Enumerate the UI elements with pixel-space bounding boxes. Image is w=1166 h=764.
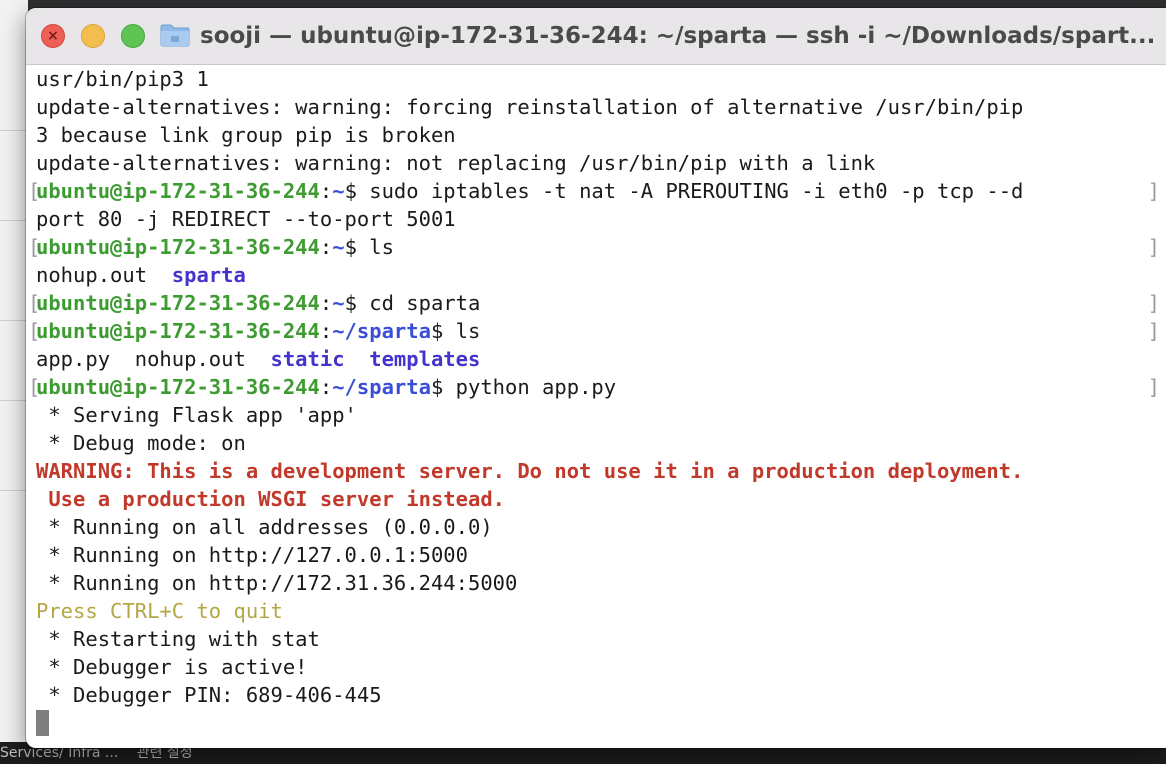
folder-icon xyxy=(160,24,190,47)
minimize-button[interactable] xyxy=(81,24,105,48)
terminal-line: * Running on http://172.31.36.244:5000 xyxy=(36,569,1166,597)
file-name: app.py nohup.out xyxy=(36,347,271,371)
mark-bracket-left: [ xyxy=(28,235,41,259)
directory-name: static xyxy=(270,347,345,371)
line-text: * Debugger PIN: 689-406-445 xyxy=(36,683,382,707)
directory-name: templates xyxy=(369,347,481,371)
prompt-dollar: $ xyxy=(344,235,357,259)
terminal-line: update-alternatives: warning: forcing re… xyxy=(36,93,1166,121)
prompt-user-host: ubuntu@ip-172-31-36-244 xyxy=(36,235,320,259)
terminal-line: * Running on http://127.0.0.1:5000 xyxy=(36,541,1166,569)
warning-text: WARNING: This is a development server. D… xyxy=(36,459,1024,483)
warning-line: Use a production WSGI server instead. xyxy=(36,485,1166,513)
prompt-colon: : xyxy=(319,179,333,203)
terminal-line: usr/bin/pip3 1 xyxy=(36,65,1166,93)
close-icon: × xyxy=(47,28,59,44)
prompt-dollar: $ xyxy=(344,179,357,203)
mark-bracket-right: ] xyxy=(1147,291,1160,315)
line-text: port 80 -j REDIRECT --to-port 5001 xyxy=(36,207,456,231)
prompt-colon: : xyxy=(319,319,333,343)
quit-hint-text: Press CTRL+C to quit xyxy=(36,599,283,623)
prompt-path: ~/sparta xyxy=(332,375,431,399)
prompt-line: [ubuntu@ip-172-31-36-244:~$ cd sparta] xyxy=(28,289,1166,317)
prompt-path: ~ xyxy=(332,291,345,315)
prompt-line: [ubuntu@ip-172-31-36-244:~/sparta$ pytho… xyxy=(28,373,1166,401)
mark-bracket-right: ] xyxy=(1147,235,1160,259)
prompt-colon: : xyxy=(319,291,333,315)
terminal-line: app.py nohup.out static templates xyxy=(36,345,1166,373)
terminal-line: * Debug mode: on xyxy=(36,429,1166,457)
prompt-colon: : xyxy=(319,375,333,399)
prompt-line: [ubuntu@ip-172-31-36-244:~$ sudo iptable… xyxy=(28,177,1166,205)
file-name: nohup.out xyxy=(36,263,172,287)
terminal-line: * Restarting with stat xyxy=(36,625,1166,653)
quit-hint-line: Press CTRL+C to quit xyxy=(36,597,1166,625)
prompt-user-host: ubuntu@ip-172-31-36-244 xyxy=(36,179,320,203)
prompt-dollar: $ xyxy=(430,375,444,399)
terminal-window[interactable]: × sooji — ubuntu@ip-172-31-36-244: ~/spa… xyxy=(26,8,1166,748)
prompt-user-host: ubuntu@ip-172-31-36-244 xyxy=(36,319,320,343)
text-cursor xyxy=(36,710,49,736)
line-text: * Running on all addresses (0.0.0.0) xyxy=(36,515,493,539)
line-text: usr/bin/pip3 1 xyxy=(36,67,209,91)
prompt-dollar: $ xyxy=(430,319,444,343)
warning-text: Use a production WSGI server instead. xyxy=(36,487,505,511)
line-text: update-alternatives: warning: forcing re… xyxy=(36,95,1024,119)
command-text: python app.py xyxy=(443,375,617,399)
prompt-line: [ubuntu@ip-172-31-36-244:~$ ls] xyxy=(28,233,1166,261)
terminal-line: * Running on all addresses (0.0.0.0) xyxy=(36,513,1166,541)
command-text: ls xyxy=(443,319,481,343)
prompt-dollar: $ xyxy=(344,291,357,315)
background-window-edge xyxy=(0,0,28,764)
warning-line: WARNING: This is a development server. D… xyxy=(36,457,1166,485)
terminal-line: nohup.out sparta xyxy=(36,261,1166,289)
cursor-line[interactable] xyxy=(36,709,1166,737)
close-button[interactable]: × xyxy=(41,24,65,48)
prompt-path: ~ xyxy=(332,179,345,203)
prompt-line: [ubuntu@ip-172-31-36-244:~/sparta$ ls] xyxy=(28,317,1166,345)
terminal-line: * Debugger is active! xyxy=(36,653,1166,681)
title-bar[interactable]: × sooji — ubuntu@ip-172-31-36-244: ~/spa… xyxy=(26,8,1166,65)
mark-bracket-right: ] xyxy=(1147,375,1160,399)
line-text: * Debugger is active! xyxy=(36,655,308,679)
maximize-button[interactable] xyxy=(121,24,145,48)
line-text: * Running on http://127.0.0.1:5000 xyxy=(36,543,468,567)
terminal-line: * Debugger PIN: 689-406-445 xyxy=(36,681,1166,709)
line-text: * Restarting with stat xyxy=(36,627,320,651)
prompt-colon: : xyxy=(319,235,333,259)
mark-bracket-left: [ xyxy=(28,179,41,203)
terminal-output[interactable]: usr/bin/pip3 1 update-alternatives: warn… xyxy=(26,65,1166,748)
line-text: 3 because link group pip is broken xyxy=(36,123,456,147)
mark-bracket-left: [ xyxy=(28,319,41,343)
prompt-user-host: ubuntu@ip-172-31-36-244 xyxy=(36,375,320,399)
mark-bracket-right: ] xyxy=(1147,319,1160,343)
terminal-line: 3 because link group pip is broken xyxy=(36,121,1166,149)
line-text: * Debug mode: on xyxy=(36,431,246,455)
mark-bracket-left: [ xyxy=(28,375,41,399)
command-text: sudo iptables -t nat -A PREROUTING -i et… xyxy=(356,179,1024,203)
prompt-path: ~/sparta xyxy=(332,319,431,343)
command-text: ls xyxy=(356,235,394,259)
terminal-line: update-alternatives: warning: not replac… xyxy=(36,149,1166,177)
mark-bracket-right: ] xyxy=(1147,179,1160,203)
command-text: cd sparta xyxy=(356,291,481,315)
line-text: * Running on http://172.31.36.244:5000 xyxy=(36,571,518,595)
prompt-user-host: ubuntu@ip-172-31-36-244 xyxy=(36,291,320,315)
line-text: update-alternatives: warning: not replac… xyxy=(36,151,876,175)
window-title: sooji — ubuntu@ip-172-31-36-244: ~/spart… xyxy=(200,23,1156,49)
terminal-line: port 80 -j REDIRECT --to-port 5001 xyxy=(36,205,1166,233)
directory-name: sparta xyxy=(171,263,246,287)
terminal-line: * Serving Flask app 'app' xyxy=(36,401,1166,429)
mark-bracket-left: [ xyxy=(28,291,41,315)
prompt-path: ~ xyxy=(332,235,345,259)
line-text: * Serving Flask app 'app' xyxy=(36,403,357,427)
